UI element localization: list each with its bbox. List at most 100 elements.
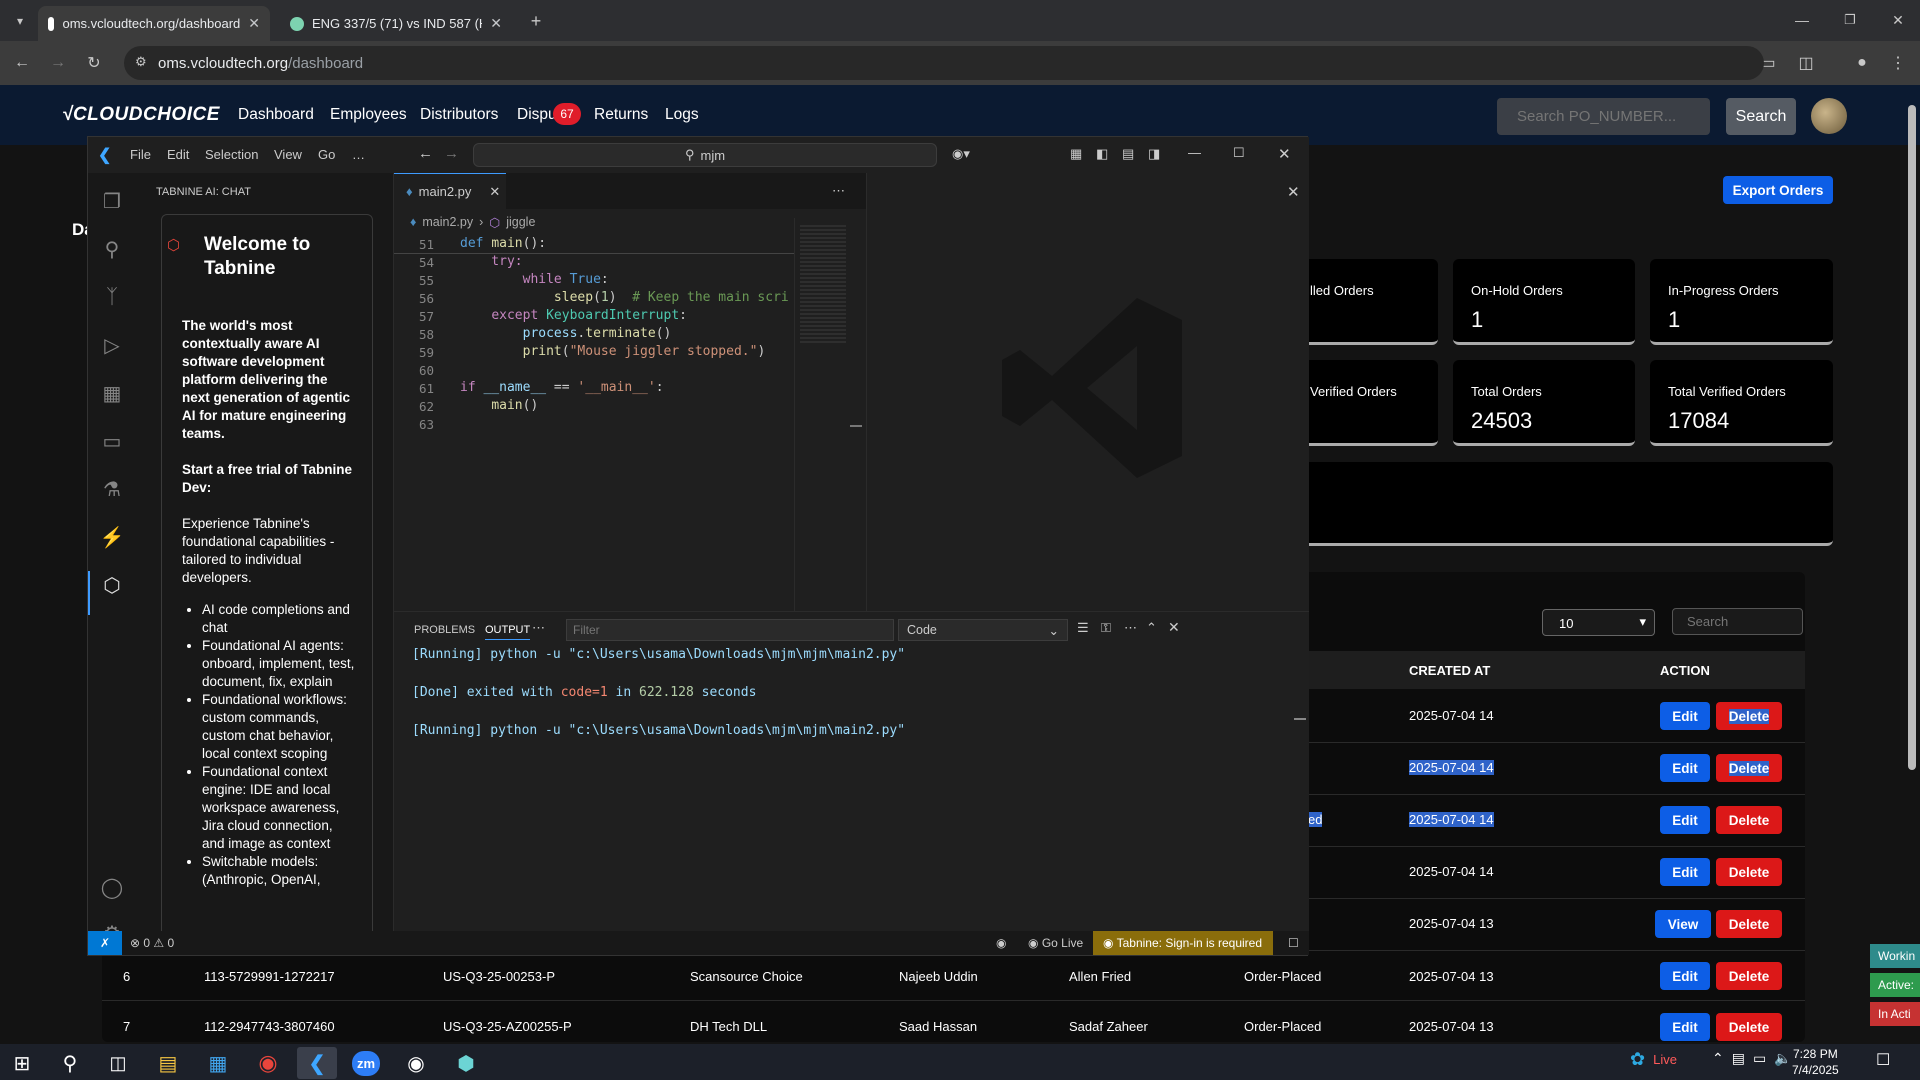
nav-employees[interactable]: Employees: [330, 106, 407, 124]
zoom-app-icon[interactable]: zm: [348, 1047, 384, 1079]
store-icon[interactable]: ▦: [200, 1047, 236, 1079]
close-pane-icon[interactable]: ✕: [1287, 183, 1300, 201]
browser-tab-active[interactable]: oms.vcloudtech.org/dashboard ✕: [38, 6, 270, 41]
copilot-status-icon[interactable]: ◉: [996, 936, 1006, 950]
remote-indicator-icon[interactable]: ✗: [88, 931, 122, 955]
word-wrap-icon[interactable]: ☰: [1077, 620, 1089, 636]
edit-button[interactable]: Edit: [1660, 962, 1710, 990]
code-line[interactable]: try:: [460, 254, 522, 269]
user-avatar[interactable]: [1811, 98, 1847, 134]
reload-icon[interactable]: ↻: [80, 49, 108, 77]
tab-problems[interactable]: PROBLEMS: [414, 624, 475, 636]
menu-edit[interactable]: Edit: [167, 147, 189, 162]
nav-back-icon[interactable]: ←: [418, 145, 433, 162]
testing-icon[interactable]: ⚗: [98, 475, 126, 503]
po-search-input[interactable]: [1497, 98, 1710, 135]
run-debug-icon[interactable]: ▷: [98, 331, 126, 359]
panel-more-icon[interactable]: ⋯: [532, 620, 545, 636]
edit-button[interactable]: Edit: [1660, 1013, 1710, 1041]
app-hex-icon[interactable]: ⬢: [448, 1047, 484, 1079]
output-channel-select[interactable]: Code ⌄: [898, 619, 1068, 641]
address-bar[interactable]: ⚙ oms.vcloudtech.org/dashboard: [124, 46, 1764, 80]
site-info-icon[interactable]: ⚙: [135, 54, 147, 70]
view-button[interactable]: View: [1655, 910, 1711, 938]
delete-button[interactable]: Delete: [1716, 910, 1782, 938]
profile-icon[interactable]: ●: [1848, 49, 1876, 77]
nav-distributors[interactable]: Distributors: [420, 106, 498, 124]
restore-icon[interactable]: ❐: [1836, 6, 1864, 34]
vs-maximize-icon[interactable]: ☐: [1233, 145, 1245, 161]
forward-icon[interactable]: →: [44, 49, 72, 77]
editor-tab-main2[interactable]: ♦ main2.py ✕: [394, 173, 506, 209]
panel-actions-icon[interactable]: ⋯: [1124, 620, 1137, 636]
nav-forward-icon[interactable]: →: [444, 145, 459, 162]
tab-output[interactable]: OUTPUT: [485, 624, 531, 640]
problems-count[interactable]: ⊗ 0 ⚠ 0: [130, 936, 174, 950]
chip-active[interactable]: Active:: [1870, 973, 1920, 997]
toggle-sidebar-icon[interactable]: ◧: [1096, 146, 1108, 162]
lock-icon[interactable]: ⚿: [1101, 620, 1111, 636]
puzzle-icon[interactable]: ◫: [1792, 49, 1820, 77]
delete-button[interactable]: Delete: [1716, 702, 1782, 730]
source-control-icon[interactable]: ᛉ: [98, 283, 126, 311]
close-window-icon[interactable]: ✕: [1884, 6, 1912, 34]
nav-returns[interactable]: Returns: [594, 106, 648, 124]
tab-search-icon[interactable]: ▾: [6, 7, 34, 35]
code-line[interactable]: def main():: [460, 236, 546, 251]
edit-button[interactable]: Edit: [1660, 754, 1710, 782]
menu-file[interactable]: File: [130, 147, 151, 162]
code-line[interactable]: process.terminate(): [460, 326, 672, 341]
chip-inactive[interactable]: In Acti: [1870, 1002, 1920, 1026]
notifications-icon[interactable]: ☐: [1288, 936, 1299, 950]
delete-button[interactable]: Delete: [1716, 754, 1782, 782]
command-center[interactable]: ⚲ mjm: [473, 143, 937, 167]
windows-start-icon[interactable]: ⊞: [4, 1047, 40, 1079]
more-icon[interactable]: ⋮: [1884, 49, 1912, 77]
tabnine-icon[interactable]: ⬡: [98, 571, 126, 599]
po-search-button[interactable]: Search: [1726, 98, 1796, 135]
toggle-panel-icon[interactable]: ▤: [1122, 146, 1134, 162]
code-line[interactable]: main(): [460, 398, 538, 413]
close-panel-icon[interactable]: ✕: [1168, 619, 1180, 636]
copilot-icon[interactable]: ◉▾: [952, 146, 970, 162]
page-size-select[interactable]: 10 ▾: [1542, 609, 1655, 636]
explorer-icon[interactable]: ❐: [98, 187, 126, 215]
menu-selection[interactable]: Selection: [205, 147, 258, 162]
code-line[interactable]: print("Mouse jiggler stopped."): [460, 344, 766, 359]
minimize-icon[interactable]: —: [1788, 6, 1816, 34]
site-logo[interactable]: √CLOUDCHOICE: [62, 104, 220, 126]
menu-more[interactable]: …: [352, 147, 365, 162]
edit-button[interactable]: Edit: [1660, 702, 1710, 730]
browser-tab[interactable]: ENG 337/5 (71) vs IND 587 (Ha ✕: [280, 6, 512, 41]
code-line[interactable]: while True:: [460, 272, 609, 287]
code-line[interactable]: sleep(1) # Keep the main scri: [460, 290, 789, 305]
delete-button[interactable]: Delete: [1716, 806, 1782, 834]
close-tab-icon[interactable]: ✕: [490, 15, 502, 32]
clock[interactable]: 7:28 PM 7/4/2025: [1792, 1046, 1839, 1078]
output-filter-input[interactable]: [566, 619, 894, 641]
edit-button[interactable]: Edit: [1660, 806, 1710, 834]
close-tab-icon[interactable]: ✕: [489, 184, 500, 200]
code-line[interactable]: except KeyboardInterrupt:: [460, 308, 687, 323]
remote-explorer-icon[interactable]: ▭: [98, 427, 126, 455]
extensions-icon[interactable]: ▦: [98, 379, 126, 407]
task-view-icon[interactable]: ◫: [100, 1047, 136, 1079]
delete-button[interactable]: Delete: [1716, 962, 1782, 990]
lightning-icon[interactable]: ⚡: [98, 523, 126, 551]
go-live-button[interactable]: ◉ Go Live: [1028, 936, 1083, 950]
nav-dashboard[interactable]: Dashboard: [238, 106, 314, 124]
page-scrollbar[interactable]: [1908, 105, 1916, 770]
nav-disputes[interactable]: Dispu: [517, 106, 557, 124]
layout-icon[interactable]: ▦: [1070, 146, 1082, 162]
editor-more-icon[interactable]: ⋯: [832, 183, 845, 199]
chrome-icon[interactable]: ◉: [250, 1047, 286, 1079]
system-tray-icons[interactable]: ⌃▤▭🔈: [1712, 1050, 1800, 1067]
search-icon[interactable]: ⚲: [98, 235, 126, 263]
menu-go[interactable]: Go: [318, 147, 335, 162]
delete-button[interactable]: Delete: [1716, 1013, 1782, 1041]
taskbar-search-icon[interactable]: ⚲: [52, 1047, 88, 1079]
export-orders-button[interactable]: Export Orders: [1723, 176, 1833, 204]
menu-view[interactable]: View: [274, 147, 302, 162]
nav-logs[interactable]: Logs: [665, 106, 699, 124]
accounts-icon[interactable]: ◯: [98, 873, 126, 901]
